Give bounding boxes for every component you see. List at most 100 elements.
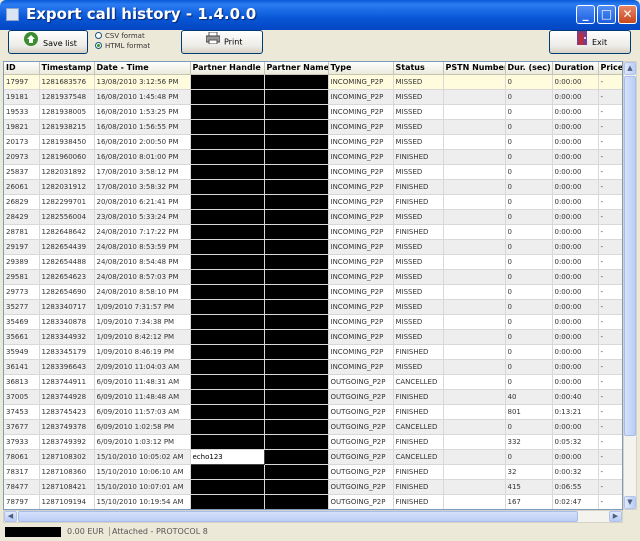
table-row[interactable]: 35661 1283344932 1/09/2010 8:42:12 PM INCOM… xyxy=(4,329,622,345)
cell-date-time: 6/09/2010 11:57:03 AM xyxy=(94,404,191,420)
close-button[interactable]: ✕ xyxy=(618,5,637,24)
cell-date-time: 15/10/2010 10:06:10 AM xyxy=(94,464,191,480)
cell-price: - xyxy=(598,269,622,285)
col-header-status[interactable]: Status xyxy=(393,62,444,75)
cell-price: - xyxy=(598,224,622,240)
csv-format-radio[interactable]: CSV format xyxy=(95,32,145,40)
col-header-partner-name[interactable]: Partner Name xyxy=(264,62,329,75)
cell-status: CANCELLED xyxy=(393,374,444,390)
table-row[interactable]: 19181 1281937548 16/08/2010 1:45:48 PM INCO… xyxy=(4,89,622,105)
scroll-left-icon[interactable]: ◀ xyxy=(4,511,17,522)
table-row[interactable]: 78317 1287108360 15/10/2010 10:06:10 AM OUT… xyxy=(4,464,622,480)
table-row[interactable]: 35277 1283340717 1/09/2010 7:31:57 PM INCOM… xyxy=(4,299,622,315)
cell-pstn-number xyxy=(443,374,506,390)
table-row[interactable]: 78061 1287108302 15/10/2010 10:05:02 AM ech… xyxy=(4,448,622,465)
horizontal-scrollbar[interactable]: ◀ ▶ xyxy=(3,510,623,523)
cell-type: INCOMING_P2P xyxy=(328,134,394,150)
col-header-timestamp[interactable]: Timestamp xyxy=(39,62,95,75)
col-header-pstn-number[interactable]: PSTN Number xyxy=(443,62,506,75)
cell-status: FINISHED xyxy=(393,344,444,360)
table-row[interactable]: 35949 1283345179 1/09/2010 8:46:19 PM INCOM… xyxy=(4,344,622,360)
cell-id: 35469 xyxy=(4,314,40,330)
cell-timestamp: 1282654488 xyxy=(39,254,95,270)
table-row[interactable]: 37005 1283744928 6/09/2010 11:48:48 AM OUTG… xyxy=(4,389,622,405)
table-row[interactable]: 29197 1282654439 24/08/2010 8:53:59 PM INCO… xyxy=(4,239,622,255)
cell-timestamp: 1283744928 xyxy=(39,389,95,405)
save-list-button[interactable]: Save list xyxy=(8,30,88,54)
html-format-radio[interactable]: HTML format xyxy=(95,42,150,50)
cell-date-time: 17/08/2010 3:58:32 PM xyxy=(94,179,191,195)
cell-price: - xyxy=(598,89,622,105)
call-history-grid[interactable]: ID Timestamp Date - Time Partner Handle … xyxy=(3,61,623,510)
vertical-scroll-thumb[interactable] xyxy=(624,76,636,436)
cell-pstn-number xyxy=(443,104,506,120)
cell-partner-name xyxy=(264,119,329,135)
table-row[interactable]: 37453 1283745423 6/09/2010 11:57:03 AM OUTG… xyxy=(4,404,622,420)
cell-partner-name xyxy=(264,149,329,165)
col-header-duration[interactable]: Duration xyxy=(552,62,599,75)
exit-door-icon xyxy=(576,31,588,54)
app-icon xyxy=(6,8,19,21)
cell-partner-name xyxy=(264,269,329,285)
cell-timestamp: 1283749378 xyxy=(39,419,95,435)
exit-button[interactable]: Exit xyxy=(549,30,631,54)
table-row[interactable]: 19821 1281938215 16/08/2010 1:56:55 PM INCO… xyxy=(4,119,622,135)
cell-status: MISSED xyxy=(393,164,444,180)
table-row[interactable]: 29773 1282654690 24/08/2010 8:58:10 PM INCO… xyxy=(4,284,622,300)
col-header-date-time[interactable]: Date - Time xyxy=(94,62,191,75)
cell-duration-sec: 0 xyxy=(505,224,553,240)
cell-type: INCOMING_P2P xyxy=(328,164,394,180)
vertical-scrollbar[interactable]: ▲ ▼ xyxy=(623,61,637,510)
table-row[interactable]: 37677 1283749378 6/09/2010 1:02:58 PM OUTGO… xyxy=(4,419,622,435)
table-row[interactable]: 25837 1282031892 17/08/2010 3:58:12 PM INCO… xyxy=(4,164,622,180)
table-row[interactable]: 35469 1283340878 1/09/2010 7:34:38 PM INCOM… xyxy=(4,314,622,330)
cell-partner-handle xyxy=(190,134,265,150)
table-row[interactable]: 20173 1281938450 16/08/2010 2:00:50 PM INCO… xyxy=(4,134,622,150)
horizontal-scroll-thumb[interactable] xyxy=(18,511,578,522)
cell-partner-handle xyxy=(190,419,265,435)
maximize-button[interactable]: □ xyxy=(597,5,616,24)
col-header-type[interactable]: Type xyxy=(328,62,394,75)
cell-partner-name xyxy=(264,254,329,270)
table-row[interactable]: 17997 1281683576 13/08/2010 3:12:56 PM INCO… xyxy=(4,74,622,90)
table-row[interactable]: 78797 1287109194 15/10/2010 10:19:54 AM OUT… xyxy=(4,494,622,509)
scroll-up-icon[interactable]: ▲ xyxy=(624,62,636,75)
cell-id: 26061 xyxy=(4,179,40,195)
cell-pstn-number xyxy=(443,344,506,360)
table-row[interactable]: 28429 1282556004 23/08/2010 5:33:24 PM INCO… xyxy=(4,209,622,225)
cell-type: INCOMING_P2P xyxy=(328,74,394,90)
cell-id: 29773 xyxy=(4,284,40,300)
status-bar: 0.00 EUR Attached - PROTOCOL 8 xyxy=(3,525,637,539)
table-row[interactable]: 36141 1283396643 2/09/2010 11:04:03 AM INCO… xyxy=(4,359,622,375)
cell-duration-sec: 0 xyxy=(505,299,553,315)
scroll-down-icon[interactable]: ▼ xyxy=(624,496,636,509)
cell-partner-handle xyxy=(190,164,265,180)
table-row[interactable]: 28781 1282648642 24/08/2010 7:17:22 PM INCO… xyxy=(4,224,622,240)
table-row[interactable]: 37933 1283749392 6/09/2010 1:03:12 PM OUTGO… xyxy=(4,434,622,450)
cell-timestamp: 1287109194 xyxy=(39,494,95,509)
print-button[interactable]: Print xyxy=(181,30,263,54)
cell-type: OUTGOING_P2P xyxy=(328,389,394,405)
table-row[interactable]: 19533 1281938005 16/08/2010 1:53:25 PM INCO… xyxy=(4,104,622,120)
title-bar[interactable]: Export call history - 1.4.0.0 _ □ ✕ xyxy=(0,0,640,30)
table-row[interactable]: 20973 1281960060 16/08/2010 8:01:00 PM INCO… xyxy=(4,149,622,165)
table-row[interactable]: 29581 1282654623 24/08/2010 8:57:03 PM INCO… xyxy=(4,269,622,285)
col-header-price[interactable]: Price xyxy=(598,62,622,75)
table-row[interactable]: 78477 1287108421 15/10/2010 10:07:01 AM OUT… xyxy=(4,479,622,495)
cell-status: CANCELLED xyxy=(393,449,444,465)
minimize-button[interactable]: _ xyxy=(576,5,595,24)
table-row[interactable]: 36813 1283744911 6/09/2010 11:48:31 AM OUTG… xyxy=(4,374,622,390)
scroll-right-icon[interactable]: ▶ xyxy=(609,511,622,522)
cell-id: 36813 xyxy=(4,374,40,390)
table-row[interactable]: 29389 1282654488 24/08/2010 8:54:48 PM INCO… xyxy=(4,254,622,270)
cell-pstn-number xyxy=(443,464,506,480)
table-row[interactable]: 26061 1282031912 17/08/2010 3:58:32 PM INCO… xyxy=(4,179,622,195)
col-header-id[interactable]: ID xyxy=(4,62,40,75)
exit-label: Exit xyxy=(592,38,608,47)
cell-pstn-number xyxy=(443,194,506,210)
cell-date-time: 20/08/2010 6:21:41 PM xyxy=(94,194,191,210)
col-header-duration-sec[interactable]: Dur. (sec) xyxy=(505,62,553,75)
col-header-partner-handle[interactable]: Partner Handle xyxy=(190,62,265,75)
cell-duration: 0:00:00 xyxy=(552,419,599,435)
table-row[interactable]: 26829 1282299701 20/08/2010 6:21:41 PM INCO… xyxy=(4,194,622,210)
